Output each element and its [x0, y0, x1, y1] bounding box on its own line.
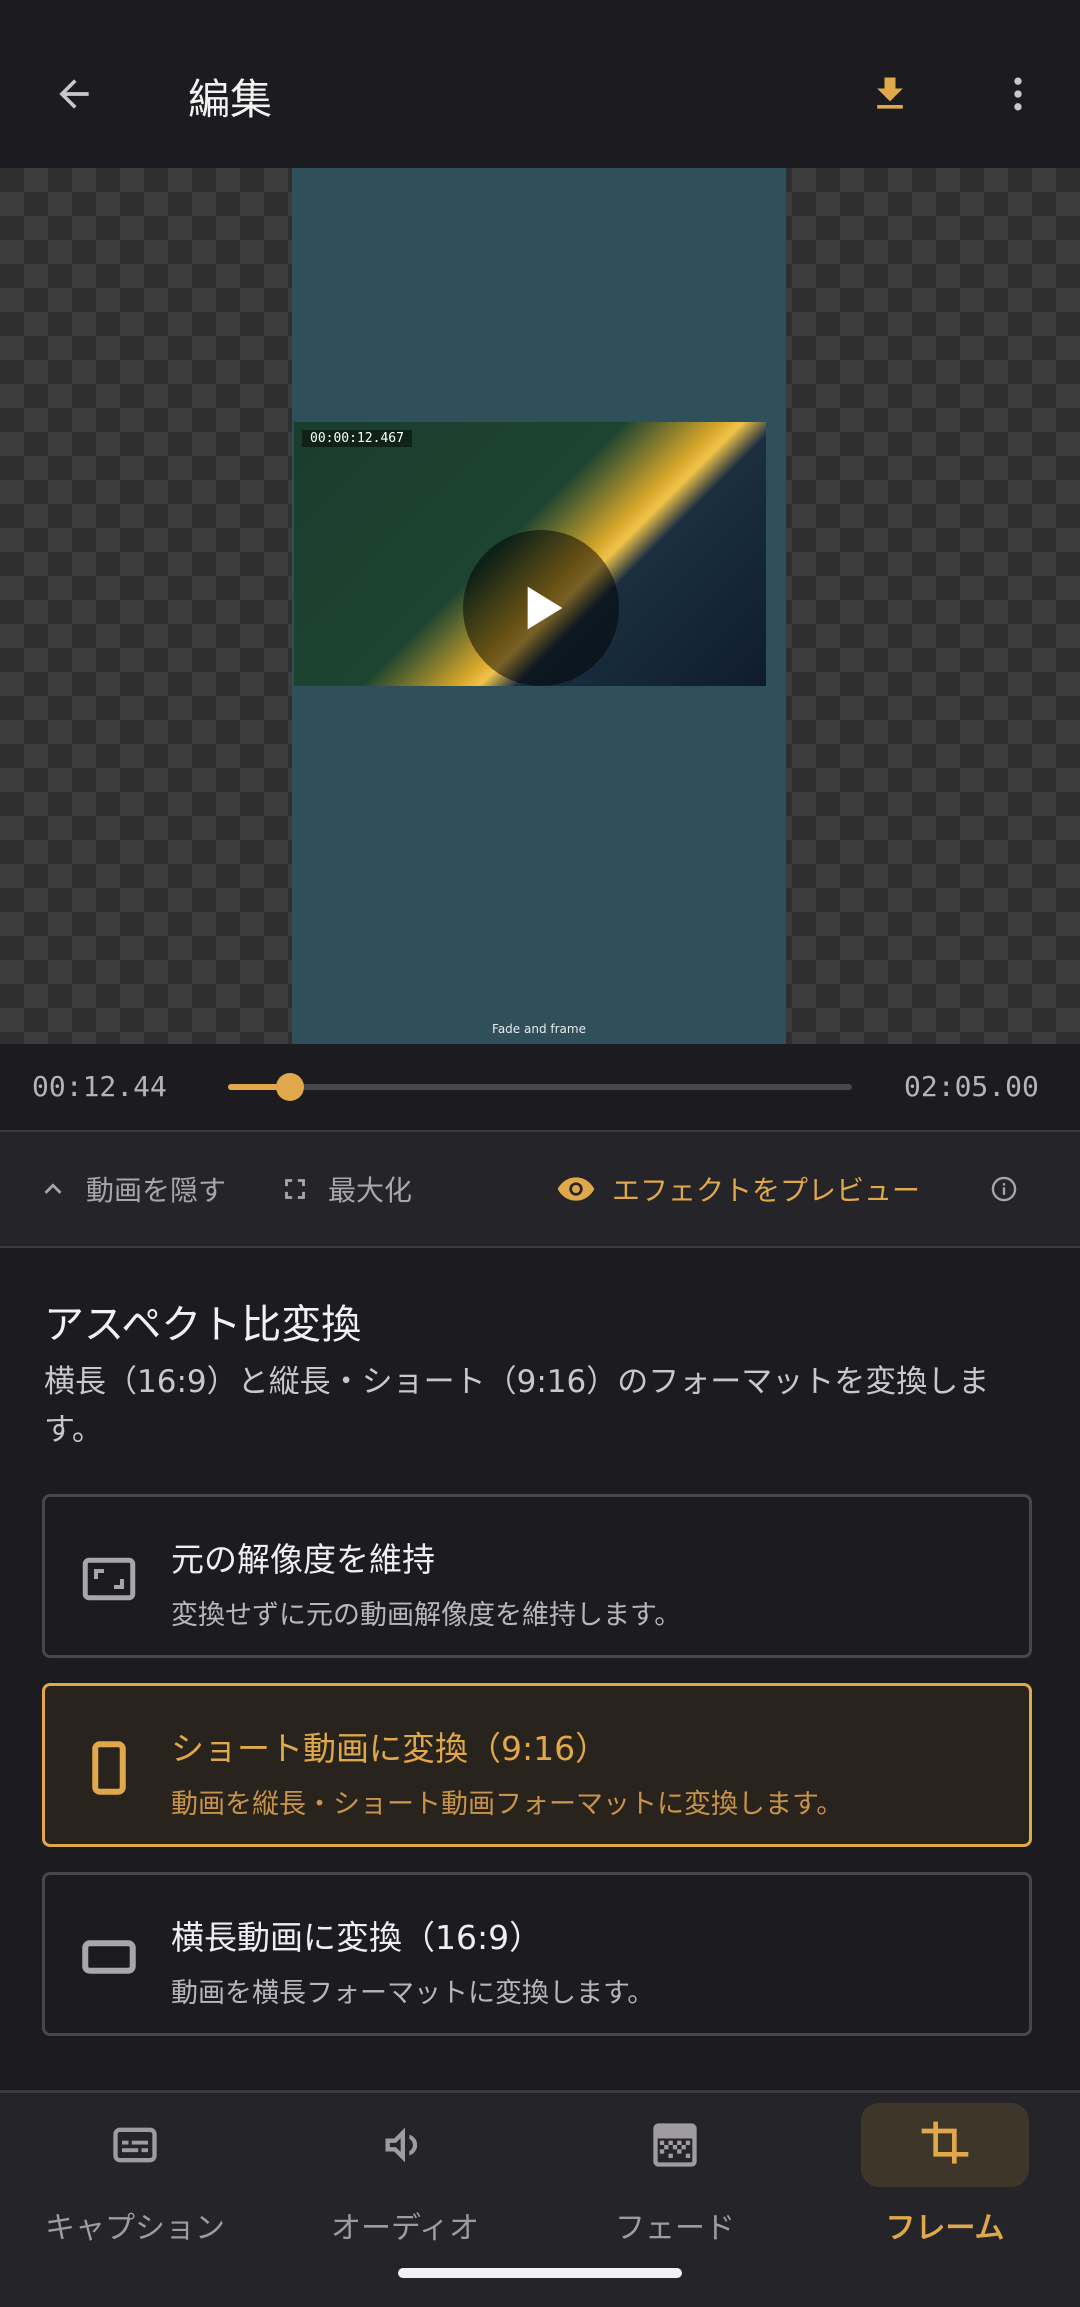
preview-controls: 動画を隠す 最大化 エフェクトをプレビュー: [0, 1132, 1080, 1248]
chevron-up-icon: [44, 1183, 62, 1194]
nav-label: オーディオ: [331, 2211, 479, 2246]
eye-icon: [557, 1177, 595, 1201]
seek-thumb[interactable]: [275, 1073, 304, 1101]
preview-effect-button[interactable]: エフェクトをプレビュー: [556, 1132, 920, 1246]
hide-video-button[interactable]: 動画を隠す: [36, 1132, 226, 1246]
nav-label: フレーム: [885, 2211, 1005, 2246]
info-icon: [991, 1176, 1017, 1202]
section-title: アスペクト比変換: [44, 1302, 362, 1348]
download-icon: [877, 77, 903, 109]
nav-item-caption[interactable]: キャプション: [0, 2093, 270, 2307]
hide-video-label: 動画を隠す: [86, 1174, 227, 1207]
gradient-icon: [591, 2103, 759, 2187]
crop-icon: [861, 2103, 1029, 2187]
output-frame: 00:00:12.467 Fade and frame: [292, 168, 786, 1044]
subtitles-icon: [51, 2103, 219, 2187]
total-time: 02:05.00: [904, 1070, 1039, 1103]
top-app-bar: 編集: [0, 0, 1080, 168]
info-button[interactable]: [990, 1132, 1034, 1246]
nav-label: キャプション: [45, 2211, 225, 2246]
page-title: 編集: [188, 75, 273, 124]
option-title: ショート動画に変換（9:16）: [171, 1729, 609, 1768]
back-button[interactable]: [40, 60, 108, 128]
option-description: 変換せずに元の動画解像度を維持します。: [171, 1600, 682, 1631]
seek-slider[interactable]: [228, 1073, 852, 1101]
option-description: 動画を縦長・ショート動画フォーマットに変換します。: [171, 1789, 844, 1820]
option-short-9-16[interactable]: ショート動画に変換（9:16） 動画を縦長・ショート動画フォーマットに変換します…: [42, 1683, 1032, 1847]
nav-label: フェード: [615, 2211, 735, 2246]
play-icon: [527, 586, 563, 630]
arrow-back-icon: [59, 79, 89, 109]
section-description: 横長（16:9）と縦長・ショート（9:16）のフォーマットを変換します。: [44, 1364, 990, 1448]
home-indicator: [398, 2268, 682, 2278]
seekbar-row: 00:12.44 02:05.00: [0, 1044, 1080, 1132]
more-vert-icon: [1014, 77, 1022, 111]
aspect-ratio-icon: [77, 1547, 141, 1611]
maximize-button[interactable]: 最大化: [278, 1132, 412, 1246]
maximize-label: 最大化: [328, 1174, 413, 1207]
volume-icon: [321, 2103, 489, 2187]
option-description: 動画を横長フォーマットに変換します。: [171, 1978, 655, 2009]
video-timestamp: 00:00:12.467: [302, 430, 412, 447]
option-title: 横長動画に変換（16:9）: [171, 1918, 543, 1957]
preview-effect-label: エフェクトをプレビュー: [612, 1174, 921, 1207]
portrait-phone-icon: [77, 1736, 141, 1800]
download-button[interactable]: [856, 60, 924, 128]
frame-caption: Fade and frame: [492, 1022, 586, 1036]
fullscreen-icon: [285, 1179, 305, 1199]
option-title: 元の解像度を維持: [171, 1540, 435, 1579]
option-keep-resolution[interactable]: 元の解像度を維持 変換せずに元の動画解像度を維持します。: [42, 1494, 1032, 1658]
video-preview: 00:00:12.467 Fade and frame: [0, 168, 1080, 1044]
more-options-button[interactable]: [984, 60, 1052, 128]
nav-item-frame[interactable]: フレーム: [810, 2093, 1080, 2307]
play-button[interactable]: [463, 530, 619, 686]
landscape-icon: [77, 1925, 141, 1989]
option-landscape-16-9[interactable]: 横長動画に変換（16:9） 動画を横長フォーマットに変換します。: [42, 1872, 1032, 2036]
current-time: 00:12.44: [32, 1070, 167, 1103]
video-content: 00:00:12.467: [294, 422, 766, 686]
